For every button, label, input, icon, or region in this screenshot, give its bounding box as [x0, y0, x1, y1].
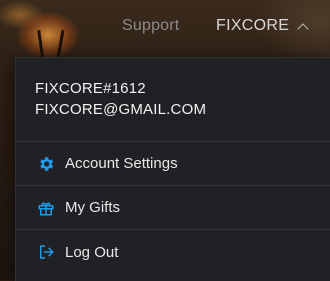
- user-email: FIXCORE@GMAIL.COM: [35, 101, 207, 118]
- gift-icon: [37, 199, 55, 217]
- menu-item-label: Log Out: [65, 243, 119, 261]
- menu-item-my-gifts[interactable]: My Gifts: [16, 186, 330, 230]
- top-nav: Support FIXCORE: [0, 0, 330, 52]
- menu-item-label: Account Settings: [65, 155, 178, 172]
- account-dropdown: FIXCORE#1612 FIXCORE@GMAIL.COM Account S…: [15, 57, 330, 281]
- account-menu-toggle[interactable]: FIXCORE: [216, 17, 309, 35]
- chevron-up-icon: [297, 22, 309, 35]
- menu-item-account-settings[interactable]: Account Settings: [16, 142, 330, 186]
- user-info: FIXCORE#1612 FIXCORE@GMAIL.COM: [16, 58, 330, 142]
- logout-icon: [37, 243, 55, 261]
- gear-icon: [37, 155, 55, 173]
- username: FIXCORE#1612: [35, 80, 146, 97]
- menu-item-label: My Gifts: [65, 199, 120, 216]
- account-name: FIXCORE: [216, 17, 290, 34]
- nav-support-link[interactable]: Support: [122, 17, 179, 35]
- menu-item-log-out[interactable]: Log Out: [16, 230, 330, 274]
